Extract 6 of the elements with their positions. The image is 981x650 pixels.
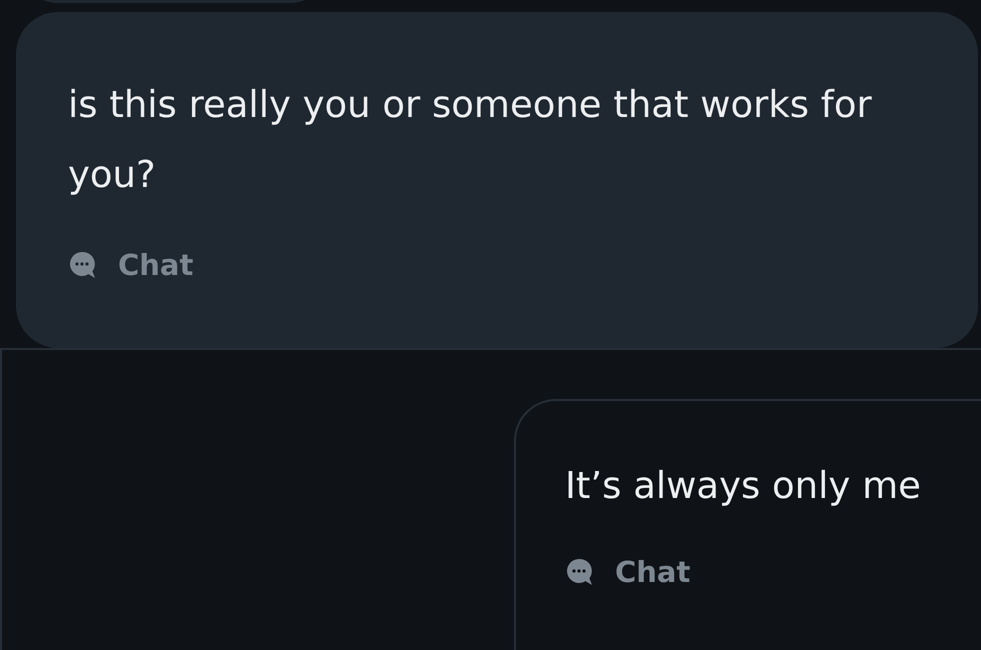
message-text: is this really you or someone that works for you?: [68, 82, 873, 198]
message-text: It’s always only me: [565, 463, 922, 509]
chat-bubble-icon: [68, 251, 96, 279]
chat-bubble-icon: [565, 558, 593, 586]
chat-link[interactable]: Chat: [565, 555, 690, 589]
chat-link[interactable]: Chat: [68, 248, 194, 282]
